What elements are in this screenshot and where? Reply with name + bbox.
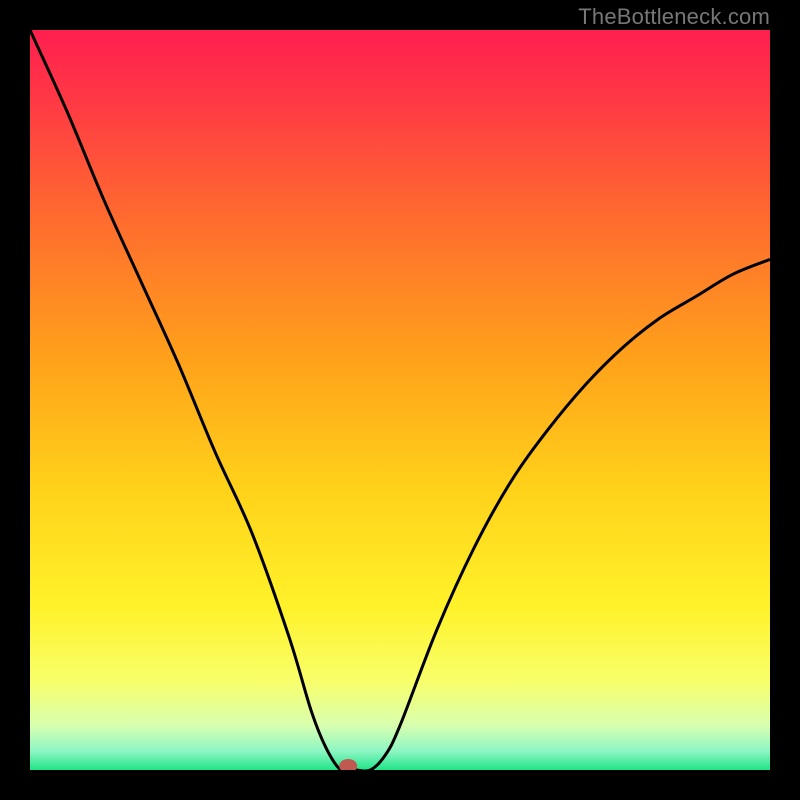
chart-container: TheBottleneck.com bbox=[0, 0, 800, 800]
bottleneck-chart bbox=[30, 30, 770, 770]
plot-area bbox=[30, 30, 770, 770]
gradient-background bbox=[30, 30, 770, 770]
watermark-text: TheBottleneck.com bbox=[578, 4, 770, 30]
